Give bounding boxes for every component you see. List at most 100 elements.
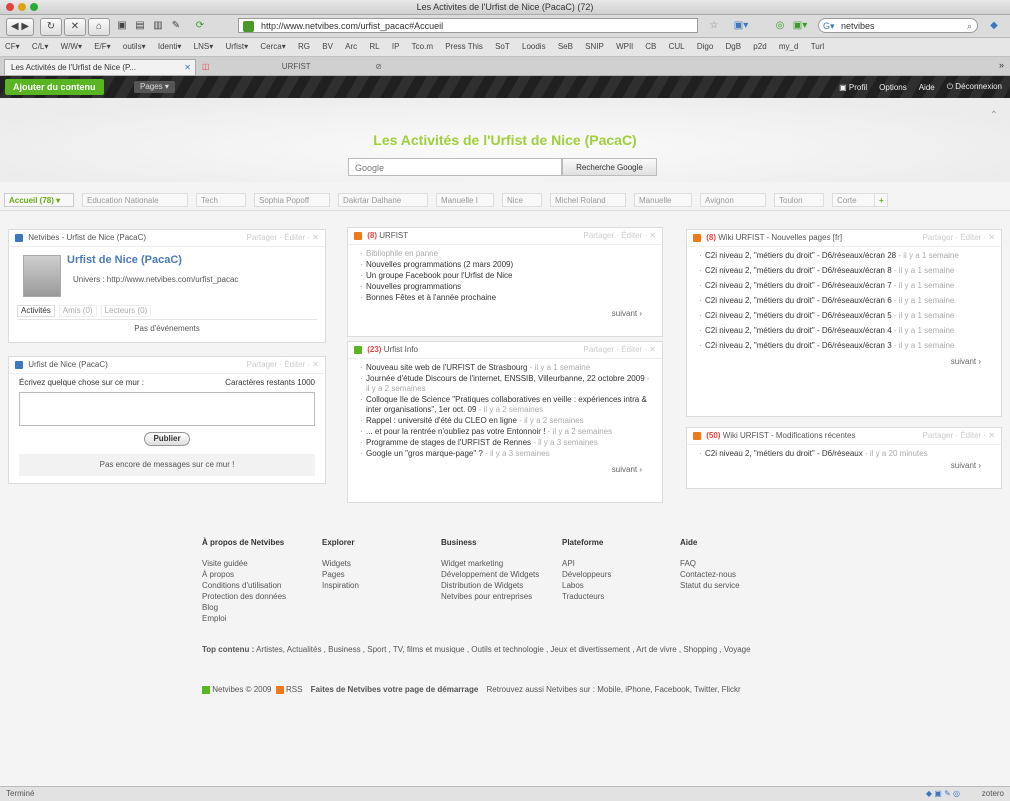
bookmark-item[interactable]: Arc	[345, 42, 357, 51]
search-engine-icon[interactable]: G▾	[823, 19, 835, 34]
window-controls[interactable]	[6, 3, 38, 11]
tab-close-icon[interactable]: ✕	[184, 60, 191, 76]
footer-link[interactable]: Conditions d'utilisation	[202, 581, 286, 590]
widget-actions[interactable]: Partager · Éditer · ✕	[922, 230, 995, 246]
tab-corte[interactable]: Corte	[832, 193, 876, 207]
feed-item[interactable]: Nouvelles programmations	[360, 282, 654, 292]
widget-actions[interactable]: Partager · Éditer · ✕	[583, 342, 656, 358]
footer-link[interactable]: API	[562, 559, 611, 568]
addon-icon-3[interactable]: ✎	[166, 18, 186, 34]
tab-dakrtar-dalhane[interactable]: Dakrtar Dalhane	[338, 193, 428, 207]
reload-icon[interactable]: ↻	[40, 18, 62, 36]
feed-item[interactable]: Journée d'étude Discours de l'internet, …	[360, 374, 654, 394]
bookmark-item[interactable]: IP	[392, 42, 400, 51]
bookmark-item[interactable]: p2d	[753, 42, 766, 51]
feed-item[interactable]: C2i niveau 2, "métiers du droit" - D6/ré…	[699, 251, 993, 261]
bookmark-item[interactable]: RG	[298, 42, 310, 51]
zoom-window-icon[interactable]	[30, 3, 38, 11]
bookmark-item[interactable]: Turl	[811, 42, 824, 51]
print-icon[interactable]: ▥	[148, 18, 168, 34]
footer-link[interactable]: Protection des données	[202, 592, 286, 601]
tab-manuelle[interactable]: Manuelle	[634, 193, 692, 207]
tab-michel-roland[interactable]: Michel Roland	[550, 193, 626, 207]
bookmark-item[interactable]: SeB	[558, 42, 573, 51]
logout-link[interactable]: ⏻ Déconnexion	[947, 82, 1002, 92]
also-on[interactable]: Retrouvez aussi Netvibes sur : Mobile, i…	[487, 685, 741, 694]
bookmark-item[interactable]: Identi▾	[158, 42, 182, 51]
add-content-button[interactable]: Ajouter du contenu	[5, 79, 104, 95]
feed-item[interactable]: Bonnes Fêtes et à l'année prochaine	[360, 293, 654, 303]
footer-link[interactable]: Traducteurs	[562, 592, 611, 601]
bookmark-item[interactable]: DgB	[726, 42, 742, 51]
collapse-header-icon[interactable]: ⌃	[990, 110, 998, 121]
feed-item[interactable]: C2i niveau 2, "métiers du droit" - D6/ré…	[699, 326, 993, 336]
bookmark-item[interactable]: BV	[322, 42, 333, 51]
tab-list-icon[interactable]: »	[999, 60, 1004, 70]
address-bar[interactable]: http://www.netvibes.com/urfist_pacac#Acc…	[238, 18, 698, 33]
bookmark-item[interactable]: SoT	[495, 42, 510, 51]
feed-item[interactable]: Google un "gros marque-page" ? - il y a …	[360, 449, 654, 459]
tab-accueil[interactable]: Accueil (78) ▾	[4, 193, 74, 207]
profile-link[interactable]: ▣ Profil	[839, 83, 867, 92]
feed-item[interactable]: C2i niveau 2, "métiers du droit" - D6/ré…	[699, 311, 993, 321]
footer-link[interactable]: Emploi	[202, 614, 286, 623]
widget-actions[interactable]: Partager · Éditer · ✕	[583, 228, 656, 244]
status-addon-icon[interactable]: ▣	[934, 789, 942, 798]
bookmark-item[interactable]: W/W▾	[61, 42, 82, 51]
search-icon[interactable]: ⌕	[967, 19, 972, 34]
status-addon-icon[interactable]: ◎	[953, 789, 960, 798]
bookmark-item[interactable]: Cerca▾	[260, 42, 285, 51]
back-button[interactable]: ◀ ▶	[6, 18, 34, 36]
close-window-icon[interactable]	[6, 3, 14, 11]
footer-link[interactable]: Statut du service	[680, 581, 740, 590]
footer-link[interactable]: Inspiration	[322, 581, 359, 590]
stop-icon[interactable]: ✕	[64, 18, 86, 36]
options-link[interactable]: Options	[879, 83, 907, 92]
footer-link[interactable]: Netvibes pour entreprises	[441, 592, 541, 601]
tagline-link[interactable]: Faites de Netvibes votre page de démarra…	[311, 685, 479, 694]
footer-link[interactable]: Labos	[562, 581, 611, 590]
home-icon[interactable]: ⌂	[88, 18, 110, 36]
tab-education-nationale[interactable]: Education Nationale	[82, 193, 188, 207]
bookmark-item[interactable]: outils▾	[123, 42, 146, 51]
tab-toulon[interactable]: Toulon	[774, 193, 824, 207]
footer-link[interactable]: Visite guidée	[202, 559, 286, 568]
feed-item[interactable]: Un groupe Facebook pour l'Urfist de Nice	[360, 271, 654, 281]
next-link[interactable]: suivant ›	[695, 357, 993, 367]
browser-search-input[interactable]: G▾ netvibes ⌕	[818, 18, 978, 33]
footer-link[interactable]: Développeurs	[562, 570, 611, 579]
zotero-button[interactable]: zotero	[982, 787, 1004, 801]
top-content-links[interactable]: Artistes, Actualités , Business , Sport …	[256, 645, 750, 654]
wall-textarea[interactable]	[19, 392, 315, 426]
feed-item[interactable]: Programme de stages de l'URFIST de Renne…	[360, 438, 654, 448]
footer-link[interactable]: Pages	[322, 570, 359, 579]
bookmark-item[interactable]: E/F▾	[94, 42, 110, 51]
footer-link[interactable]: Développement de Widgets	[441, 570, 541, 579]
browser-tab-netvibes[interactable]: Les Activités de l'Urfist de Nice (P... …	[4, 59, 196, 75]
widget-actions[interactable]: Partager · Éditer · ✕	[246, 230, 319, 246]
tab-nice[interactable]: Nice	[502, 193, 542, 207]
footer-link[interactable]: Widget marketing	[441, 559, 541, 568]
footer-link[interactable]: Contactez-nous	[680, 570, 740, 579]
feed-item[interactable]: Rappel : université d'été du CLEO en lig…	[360, 416, 654, 426]
feed-item[interactable]: C2i niveau 2, "métiers du droit" - D6/ré…	[699, 281, 993, 291]
extension-icon[interactable]: ◎	[770, 18, 790, 34]
bookmark-item[interactable]: CB	[645, 42, 656, 51]
bookmark-item[interactable]: Digo	[697, 42, 713, 51]
bookmark-item[interactable]: Press This	[445, 42, 483, 51]
extension-icon-2[interactable]: ▣▾	[790, 18, 810, 34]
help-link[interactable]: Aide	[919, 83, 935, 92]
bookmark-item[interactable]: Loodis	[522, 42, 546, 51]
next-link[interactable]: suivant ›	[356, 465, 654, 475]
tab-lecteurs[interactable]: Lecteurs (0)	[100, 305, 152, 317]
minimize-window-icon[interactable]	[18, 3, 26, 11]
pages-menu-button[interactable]: Pages ▾	[134, 81, 175, 93]
tab-amis[interactable]: Amis (0)	[58, 305, 97, 317]
tab-sophia-popoff[interactable]: Sophia Popoff	[254, 193, 330, 207]
feed-item[interactable]: C2i niveau 2, "métiers du droit" - D6/ré…	[699, 296, 993, 306]
bookmark-item[interactable]: Tco.m	[412, 42, 433, 51]
footer-link[interactable]: FAQ	[680, 559, 740, 568]
bookmark-item[interactable]: LNS▾	[194, 42, 214, 51]
bookmark-item[interactable]: Urfist▾	[225, 42, 248, 51]
widget-actions[interactable]: Partager · Éditer · ✕	[922, 428, 995, 444]
